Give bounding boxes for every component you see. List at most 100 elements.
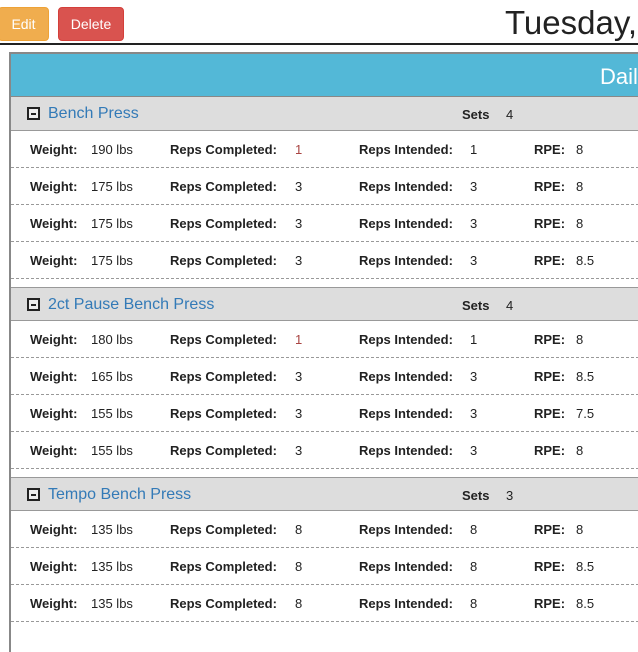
rpe-value: 8 <box>576 443 584 458</box>
panel-title: Dail <box>600 64 638 89</box>
exercise-section: Bench Press Sets 4 Weight: 190 lbs Reps … <box>11 97 638 287</box>
reps-completed-value: 3 <box>295 369 303 384</box>
reps-intended-value: 8 <box>470 522 478 537</box>
rpe-label: RPE: <box>534 406 566 421</box>
reps-intended-value: 1 <box>470 332 478 347</box>
reps-completed-label: Reps Completed: <box>170 559 277 574</box>
rpe-value: 8 <box>576 332 584 347</box>
daily-panel: Dail Bench Press Sets 4 Weight: 190 lbs … <box>9 52 638 652</box>
reps-completed-label: Reps Completed: <box>170 596 277 611</box>
set-row: Weight: 155 lbs Reps Completed: 3 Reps I… <box>11 432 638 469</box>
reps-intended-label: Reps Intended: <box>359 559 453 574</box>
weight-label: Weight: <box>30 142 78 157</box>
set-row: Weight: 155 lbs Reps Completed: 3 Reps I… <box>11 395 638 432</box>
reps-intended-label: Reps Intended: <box>359 406 453 421</box>
weight-label: Weight: <box>30 406 78 421</box>
reps-completed-value: 8 <box>295 596 303 611</box>
rpe-label: RPE: <box>534 253 566 268</box>
weight-value: 190 lbs <box>91 142 133 157</box>
reps-intended-label: Reps Intended: <box>359 142 453 157</box>
reps-completed-label: Reps Completed: <box>170 216 277 231</box>
exercise-header: Bench Press Sets 4 <box>11 97 638 131</box>
reps-completed-label: Reps Completed: <box>170 443 277 458</box>
sets-label: Sets <box>462 488 490 503</box>
sets-value: 4 <box>506 107 514 122</box>
reps-intended-value: 3 <box>470 216 478 231</box>
sets-value: 3 <box>506 488 514 503</box>
reps-intended-value: 3 <box>470 369 478 384</box>
weight-label: Weight: <box>30 522 78 537</box>
reps-intended-value: 1 <box>470 142 478 157</box>
reps-intended-value: 8 <box>470 596 478 611</box>
weight-value: 175 lbs <box>91 253 133 268</box>
weight-value: 155 lbs <box>91 406 133 421</box>
rpe-value: 8.5 <box>576 369 595 384</box>
reps-intended-value: 3 <box>470 406 478 421</box>
reps-intended-label: Reps Intended: <box>359 369 453 384</box>
sets-label: Sets <box>462 298 490 313</box>
weight-label: Weight: <box>30 596 78 611</box>
exercise-header: 2ct Pause Bench Press Sets 4 <box>11 287 638 321</box>
rpe-label: RPE: <box>534 596 566 611</box>
rpe-label: RPE: <box>534 216 566 231</box>
collapse-icon[interactable] <box>27 298 40 311</box>
rpe-label: RPE: <box>534 142 566 157</box>
rpe-label: RPE: <box>534 369 566 384</box>
reps-intended-label: Reps Intended: <box>359 253 453 268</box>
set-row: Weight: 175 lbs Reps Completed: 3 Reps I… <box>11 168 638 205</box>
rpe-label: RPE: <box>534 559 566 574</box>
rpe-value: 8.5 <box>576 559 595 574</box>
set-row: Weight: 190 lbs Reps Completed: 1 Reps I… <box>11 131 638 168</box>
top-bar: Edit Delete Tuesday, <box>0 0 638 45</box>
reps-completed-label: Reps Completed: <box>170 406 277 421</box>
rpe-label: RPE: <box>534 332 566 347</box>
reps-completed-label: Reps Completed: <box>170 179 277 194</box>
reps-intended-value: 3 <box>470 443 478 458</box>
edit-button[interactable]: Edit <box>0 7 49 41</box>
reps-completed-value: 8 <box>295 559 303 574</box>
weight-label: Weight: <box>30 443 78 458</box>
reps-completed-value: 3 <box>295 216 303 231</box>
weight-value: 155 lbs <box>91 443 133 458</box>
set-row: Weight: 135 lbs Reps Completed: 8 Reps I… <box>11 511 638 548</box>
set-row: Weight: 135 lbs Reps Completed: 8 Reps I… <box>11 548 638 585</box>
reps-intended-label: Reps Intended: <box>359 332 453 347</box>
reps-completed-value: 3 <box>295 179 303 194</box>
reps-intended-value: 8 <box>470 559 478 574</box>
set-row: Weight: 165 lbs Reps Completed: 3 Reps I… <box>11 358 638 395</box>
set-row: Weight: 175 lbs Reps Completed: 3 Reps I… <box>11 205 638 242</box>
rpe-value: 8.5 <box>576 596 595 611</box>
collapse-icon[interactable] <box>27 107 40 120</box>
weight-label: Weight: <box>30 559 78 574</box>
weight-value: 135 lbs <box>91 559 133 574</box>
rpe-value: 8 <box>576 142 584 157</box>
reps-completed-label: Reps Completed: <box>170 522 277 537</box>
panel-header: Dail <box>11 54 638 97</box>
reps-completed-value: 3 <box>295 406 303 421</box>
reps-intended-value: 3 <box>470 253 478 268</box>
reps-completed-label: Reps Completed: <box>170 332 277 347</box>
sets-label: Sets <box>462 107 490 122</box>
page-title: Tuesday, <box>505 4 638 41</box>
exercise-name-link[interactable]: Bench Press <box>48 105 139 123</box>
sets-value: 4 <box>506 298 514 313</box>
reps-intended-label: Reps Intended: <box>359 179 453 194</box>
exercise-name-link[interactable]: Tempo Bench Press <box>48 486 191 504</box>
weight-value: 135 lbs <box>91 596 133 611</box>
collapse-icon[interactable] <box>27 488 40 501</box>
exercise-section: 2ct Pause Bench Press Sets 4 Weight: 180… <box>11 287 638 477</box>
weight-label: Weight: <box>30 332 78 347</box>
weight-value: 135 lbs <box>91 522 133 537</box>
exercise-section: Tempo Bench Press Sets 3 Weight: 135 lbs… <box>11 477 638 630</box>
rpe-label: RPE: <box>534 522 566 537</box>
set-row: Weight: 175 lbs Reps Completed: 3 Reps I… <box>11 242 638 279</box>
delete-button[interactable]: Delete <box>58 7 124 41</box>
rpe-label: RPE: <box>534 443 566 458</box>
reps-completed-label: Reps Completed: <box>170 369 277 384</box>
exercise-name-link[interactable]: 2ct Pause Bench Press <box>48 296 214 314</box>
rpe-value: 7.5 <box>576 406 595 421</box>
weight-value: 175 lbs <box>91 179 133 194</box>
reps-intended-label: Reps Intended: <box>359 216 453 231</box>
weight-label: Weight: <box>30 216 78 231</box>
rpe-value: 8.5 <box>576 253 595 268</box>
